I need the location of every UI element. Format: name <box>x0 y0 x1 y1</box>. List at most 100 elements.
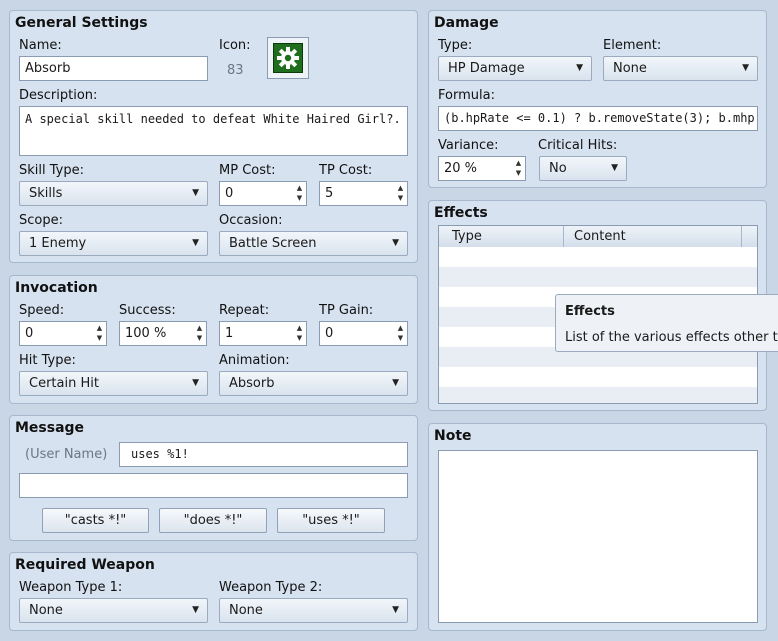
element-value: None <box>613 61 647 76</box>
weapon-type1-label: Weapon Type 1: <box>19 580 123 595</box>
scope-dropdown[interactable]: 1 Enemy ▼ <box>19 231 208 256</box>
speed-stepper[interactable]: 0 ▲ ▼ <box>19 321 107 346</box>
spinner-arrows-icon[interactable]: ▲ ▼ <box>395 183 406 204</box>
general-settings-panel: General Settings Name: Absorb Icon: 83 D… <box>9 10 418 263</box>
caret-down-icon: ▼ <box>192 378 199 388</box>
variance-label: Variance: <box>438 138 499 153</box>
name-field[interactable]: Absorb <box>19 56 208 81</box>
invocation-panel: Invocation Speed: 0 ▲ ▼ Success: 100 % ▲ ▼… <box>9 275 418 404</box>
list-item[interactable] <box>439 367 757 387</box>
weapon-type2-label: Weapon Type 2: <box>219 580 323 595</box>
casts-template-button[interactable]: "casts *!" <box>42 508 149 533</box>
uses-template-button[interactable]: "uses *!" <box>277 508 385 533</box>
message-line1-field[interactable]: uses %1! <box>119 442 408 467</box>
success-stepper[interactable]: 100 % ▲ ▼ <box>119 321 207 346</box>
speed-value: 0 <box>25 326 34 341</box>
note-panel: Note <box>428 423 767 631</box>
description-label: Description: <box>19 88 98 103</box>
list-item[interactable] <box>439 247 757 267</box>
weapon-type2-dropdown[interactable]: None ▼ <box>219 598 408 623</box>
tp-cost-label: TP Cost: <box>319 163 373 178</box>
occasion-label: Occasion: <box>219 213 283 228</box>
col-content-header[interactable]: Content <box>564 226 742 247</box>
gear-icon <box>273 43 303 73</box>
scope-value: 1 Enemy <box>29 236 87 251</box>
message-line2-field[interactable] <box>19 473 408 498</box>
effects-list-header: Type Content <box>439 226 757 248</box>
message-title: Message <box>15 420 85 436</box>
required-weapon-title: Required Weapon <box>15 557 155 573</box>
caret-down-icon: ▼ <box>192 605 199 615</box>
critical-hits-dropdown[interactable]: No ▼ <box>539 156 627 181</box>
required-weapon-panel: Required Weapon Weapon Type 1: None ▼ We… <box>9 552 418 631</box>
spinner-arrows-icon[interactable]: ▲ ▼ <box>194 323 205 344</box>
tp-cost-stepper[interactable]: 5 ▲ ▼ <box>319 181 408 206</box>
tooltip-text: List of the various effects other th <box>565 330 778 345</box>
note-field[interactable] <box>438 450 758 623</box>
success-label: Success: <box>119 303 176 318</box>
tp-gain-stepper[interactable]: 0 ▲ ▼ <box>319 321 408 346</box>
spinner-arrows-icon[interactable]: ▲ ▼ <box>94 323 105 344</box>
hit-type-dropdown[interactable]: Certain Hit ▼ <box>19 371 208 396</box>
col-type-label: Type <box>452 229 482 244</box>
element-dropdown[interactable]: None ▼ <box>603 56 758 81</box>
critical-hits-label: Critical Hits: <box>538 138 618 153</box>
tp-gain-value: 0 <box>325 326 334 341</box>
description-field[interactable]: A special skill needed to defeat White H… <box>19 106 408 156</box>
message-panel: Message (User Name) uses %1! "casts *!" … <box>9 415 418 541</box>
effects-tooltip: Effects List of the various effects othe… <box>555 294 778 352</box>
skill-type-label: Skill Type: <box>19 163 84 178</box>
mp-cost-value: 0 <box>225 186 234 201</box>
tp-cost-value: 5 <box>325 186 334 201</box>
animation-value: Absorb <box>229 376 275 391</box>
skill-icon-button[interactable] <box>267 37 309 79</box>
occasion-value: Battle Screen <box>229 236 317 251</box>
animation-dropdown[interactable]: Absorb ▼ <box>219 371 408 396</box>
damage-type-label: Type: <box>438 38 473 53</box>
caret-down-icon: ▼ <box>392 378 399 388</box>
caret-down-icon: ▼ <box>192 188 199 198</box>
animation-label: Animation: <box>219 353 290 368</box>
spinner-arrows-icon[interactable]: ▲ ▼ <box>395 323 406 344</box>
damage-title: Damage <box>434 15 499 31</box>
skill-type-dropdown[interactable]: Skills ▼ <box>19 181 208 206</box>
spinner-arrows-icon[interactable]: ▲ ▼ <box>513 158 524 179</box>
user-name-placeholder: (User Name) <box>25 447 108 462</box>
tooltip-title: Effects <box>565 304 615 319</box>
occasion-dropdown[interactable]: Battle Screen ▼ <box>219 231 408 256</box>
weapon-type1-dropdown[interactable]: None ▼ <box>19 598 208 623</box>
repeat-stepper[interactable]: 1 ▲ ▼ <box>219 321 307 346</box>
tp-gain-label: TP Gain: <box>319 303 374 318</box>
weapon-type1-value: None <box>29 603 63 618</box>
col-type-header[interactable]: Type <box>439 226 564 247</box>
spinner-arrows-icon[interactable]: ▲ ▼ <box>294 323 305 344</box>
caret-down-icon: ▼ <box>742 63 749 73</box>
name-label: Name: <box>19 38 62 53</box>
scope-label: Scope: <box>19 213 63 228</box>
success-value: 100 % <box>125 326 167 341</box>
hit-type-label: Hit Type: <box>19 353 76 368</box>
skill-type-value: Skills <box>29 186 63 201</box>
list-item[interactable] <box>439 387 757 403</box>
damage-type-dropdown[interactable]: HP Damage ▼ <box>438 56 592 81</box>
invocation-title: Invocation <box>15 280 98 296</box>
caret-down-icon: ▼ <box>611 163 618 173</box>
formula-field[interactable]: (b.hpRate <= 0.1) ? b.removeState(3); b.… <box>438 106 758 131</box>
does-template-button[interactable]: "does *!" <box>159 508 267 533</box>
mp-cost-label: MP Cost: <box>219 163 276 178</box>
weapon-type2-value: None <box>229 603 263 618</box>
damage-type-value: HP Damage <box>448 61 525 76</box>
icon-index: 83 <box>227 63 244 78</box>
effects-title: Effects <box>434 205 488 221</box>
formula-label: Formula: <box>438 88 495 103</box>
caret-down-icon: ▼ <box>192 238 199 248</box>
spinner-arrows-icon[interactable]: ▲ ▼ <box>294 183 305 204</box>
repeat-value: 1 <box>225 326 234 341</box>
variance-stepper[interactable]: 20 % ▲ ▼ <box>438 156 526 181</box>
icon-label: Icon: <box>219 38 251 53</box>
mp-cost-stepper[interactable]: 0 ▲ ▼ <box>219 181 307 206</box>
damage-panel: Damage Type: HP Damage ▼ Element: None ▼… <box>428 10 767 188</box>
speed-label: Speed: <box>19 303 65 318</box>
note-title: Note <box>434 428 472 444</box>
list-item[interactable] <box>439 267 757 287</box>
